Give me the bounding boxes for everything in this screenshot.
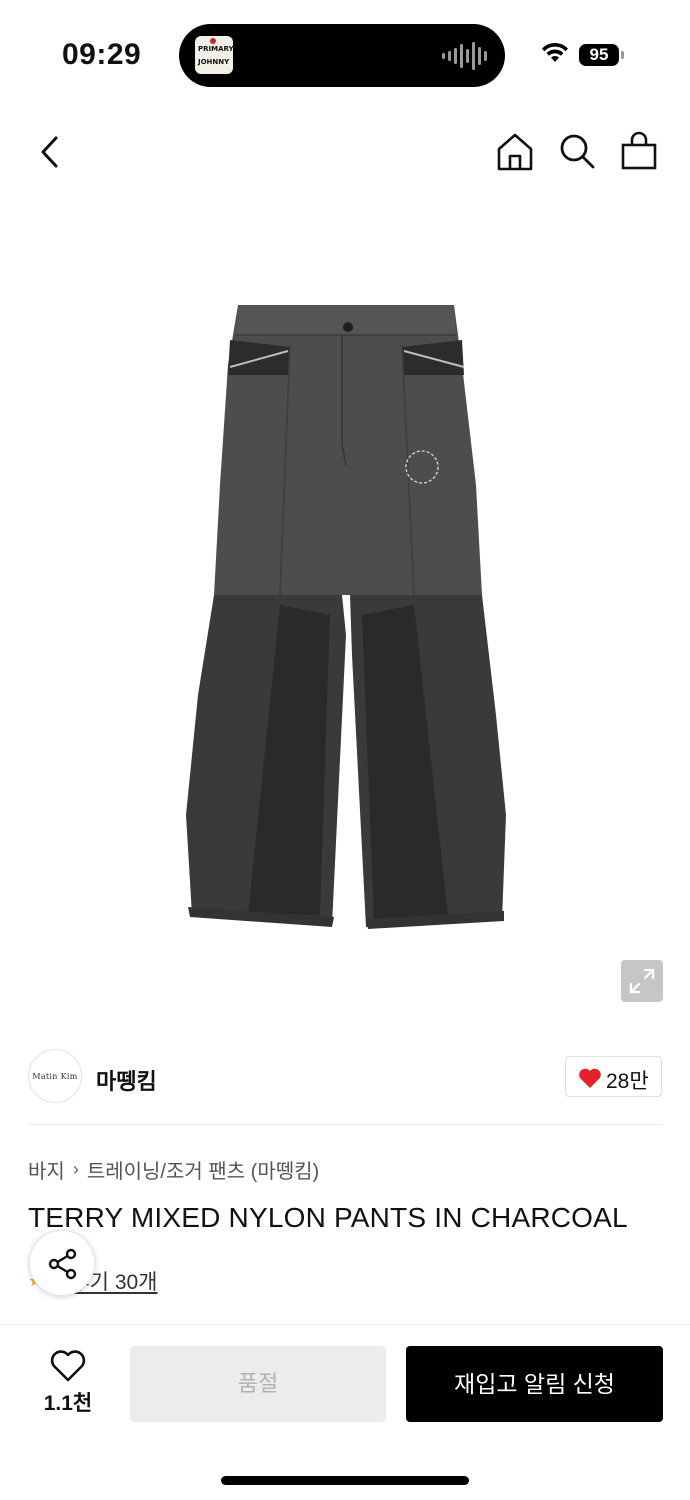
chevron-right-icon: › bbox=[72, 1159, 79, 1179]
product-title: TERRY MIXED NYLON PANTS IN CHARCOAL bbox=[28, 1202, 628, 1233]
brand-name[interactable]: 마뗑킴 bbox=[96, 1064, 157, 1096]
status-bar: 09:29 PRIMARY JOHNNY 95 bbox=[0, 0, 690, 110]
breadcrumb-subcategory[interactable]: 트레이닝/조거 팬츠 (마뗑킴) bbox=[87, 1155, 319, 1184]
wishlist-count: 1.1천 bbox=[43, 1392, 93, 1415]
breadcrumb-category[interactable]: 바지 bbox=[28, 1155, 65, 1184]
share-button[interactable] bbox=[29, 1230, 95, 1296]
divider bbox=[28, 1124, 662, 1125]
heart-filled-icon bbox=[579, 1068, 601, 1088]
battery-nub bbox=[621, 51, 624, 59]
product-image[interactable] bbox=[170, 295, 520, 940]
brand-logo[interactable]: Matin Kim bbox=[28, 1049, 82, 1103]
restock-alert-button[interactable]: 재입고 알림 신청 bbox=[406, 1346, 663, 1422]
heart-outline-icon bbox=[50, 1350, 86, 1382]
status-time: 09:29 bbox=[62, 38, 142, 71]
now-playing-artwork: PRIMARY JOHNNY bbox=[195, 36, 233, 74]
chevron-left-icon[interactable] bbox=[30, 130, 70, 174]
artwork-line2: JOHNNY bbox=[198, 58, 230, 66]
share-icon bbox=[48, 1248, 77, 1280]
brand-like-button[interactable]: 28만 bbox=[565, 1056, 662, 1097]
expand-icon bbox=[629, 968, 655, 994]
soldout-button[interactable]: 품절 bbox=[130, 1346, 386, 1422]
home-indicator[interactable] bbox=[221, 1476, 469, 1485]
breadcrumb: 바지 › 트레이닝/조거 팬츠 (마뗑킴) bbox=[28, 1155, 319, 1184]
home-icon[interactable] bbox=[494, 130, 536, 174]
bottom-action-bar: 1.1천 품절 재입고 알림 신청 bbox=[0, 1324, 690, 1500]
expand-image-button[interactable] bbox=[621, 960, 663, 1002]
brand-row[interactable]: Matin Kim 마뗑킴 28만 bbox=[0, 1028, 690, 1126]
artwork-line1: PRIMARY bbox=[198, 45, 233, 53]
dynamic-island[interactable]: PRIMARY JOHNNY bbox=[179, 24, 505, 87]
wifi-icon bbox=[542, 42, 568, 62]
brand-like-count: 28만 bbox=[606, 1070, 649, 1093]
shopping-bag-icon[interactable] bbox=[618, 130, 660, 174]
audio-waveform-icon bbox=[442, 42, 487, 70]
search-icon[interactable] bbox=[556, 130, 598, 174]
battery-indicator: 95 bbox=[579, 44, 619, 66]
top-navigation bbox=[0, 110, 690, 200]
artwork-dot bbox=[210, 38, 216, 44]
wishlist-button[interactable]: 1.1천 bbox=[28, 1349, 108, 1425]
